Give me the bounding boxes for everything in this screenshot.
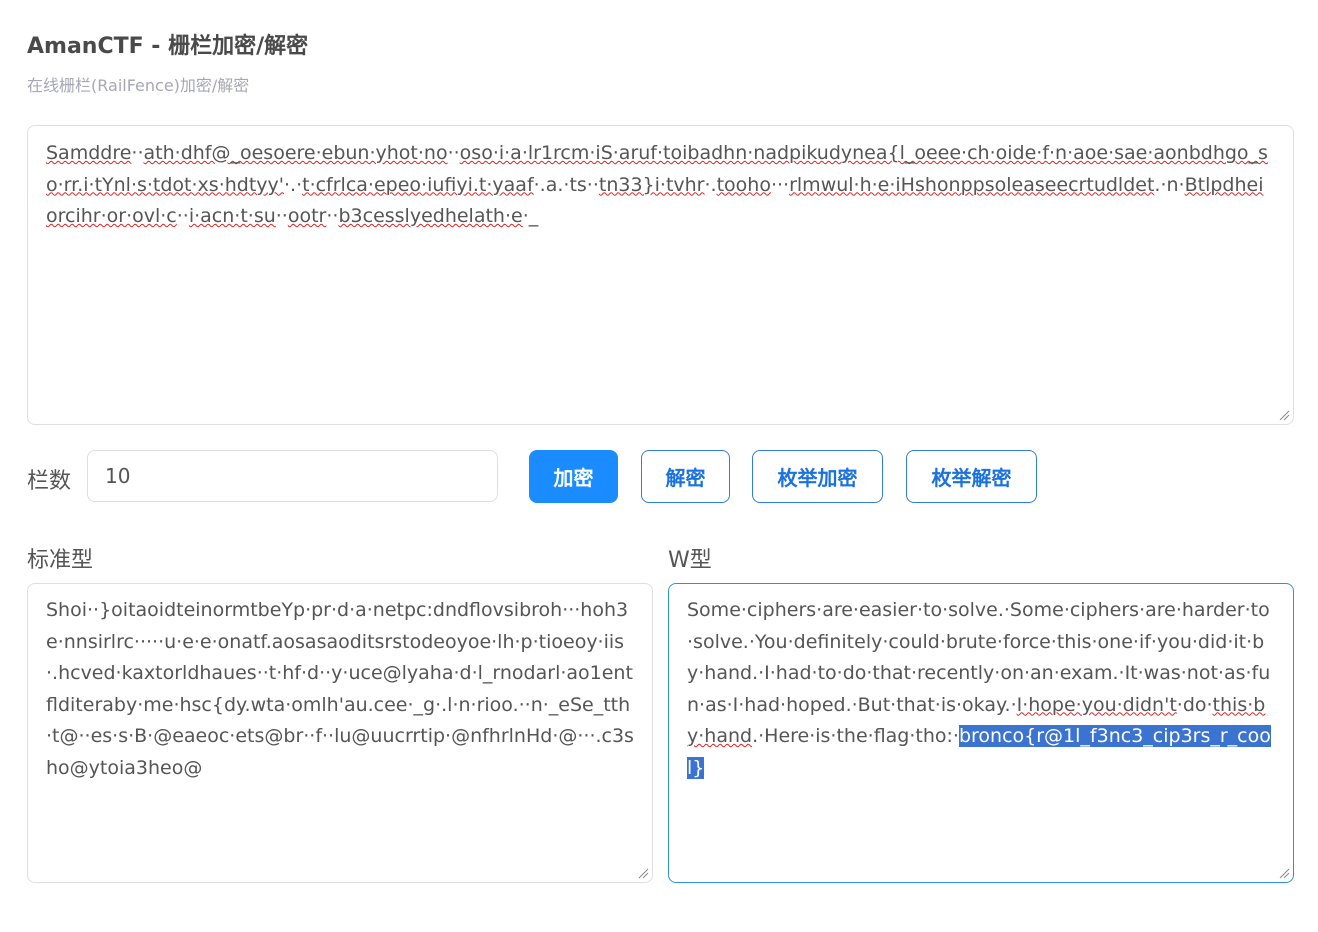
input-text-segment: b3cesslyedhelath·e <box>338 205 523 227</box>
wtype-output[interactable]: Some·ciphers·are·easier·to·solve.·Some·c… <box>668 583 1294 883</box>
input-text-segment: ·.· <box>284 173 303 196</box>
input-text-segment: ·_ <box>522 205 539 227</box>
rails-input[interactable]: 10 <box>87 450 498 502</box>
page-title: AmanCTF - 栅栏加密/解密 <box>27 34 309 59</box>
input-text-segment: tn33}i·tvhr <box>598 173 705 196</box>
decrypt-button[interactable]: 解密 <box>641 450 730 503</box>
resize-grip-icon[interactable] <box>1278 409 1290 421</box>
wtype-text-segment: ·do· <box>1176 693 1213 716</box>
resize-grip-icon[interactable] <box>637 867 649 879</box>
input-text-segment: ·· <box>176 205 189 227</box>
wtype-output-text: Some·ciphers·are·easier·to·solve.·Some·c… <box>687 595 1275 784</box>
enum-decrypt-button[interactable]: 枚举解密 <box>906 450 1037 503</box>
enum-encrypt-button[interactable]: 枚举加密 <box>752 450 883 503</box>
input-text-segment: ·. <box>704 173 717 196</box>
standard-output-text: Shoi··}oitaoidteinormtbeYp·pr·d·a·netpc:… <box>46 599 634 779</box>
input-text-segment: ·· <box>131 142 144 164</box>
rails-label: 栏数 <box>27 469 72 494</box>
standard-output[interactable]: Shoi··}oitaoidteinormtbeYp·pr·d·a·netpc:… <box>27 583 653 883</box>
input-text-segment: ·· <box>326 205 339 227</box>
input-text-segment: i·acn·t·su <box>188 205 276 227</box>
wtype-text-segment: I·hope·you·didn't <box>1016 693 1177 716</box>
ciphertext-input[interactable]: Samddre··ath·dhf@_oesoere·ebun·yhot·no··… <box>27 125 1294 425</box>
wtype-text-segment: .·Here·is·the·flag·tho:· <box>752 725 959 747</box>
page-subtitle: 在线栅栏(RailFence)加密/解密 <box>27 76 250 95</box>
input-text-segment: ·.a.·ts·· <box>533 173 599 196</box>
input-text-segment: rlmwul·h·e·iHshonppsoleaseecrtudldet <box>789 173 1155 196</box>
input-text-segment: ootr <box>287 205 327 227</box>
input-text-segment: ··· <box>770 173 790 196</box>
input-text-segment: Samddre <box>46 142 132 164</box>
input-text-segment: ·· <box>275 205 288 227</box>
wtype-label: W型 <box>668 548 712 573</box>
input-text-segment: t·cfrlca·epeo·iufiyi.t·yaaf <box>302 173 534 196</box>
input-text-segment: ath·dhf@_oesoere·ebun·yhot·no <box>143 142 448 164</box>
encrypt-button[interactable]: 加密 <box>529 450 618 503</box>
resize-grip-icon[interactable] <box>1278 867 1290 879</box>
input-text-segment: tooho <box>716 173 771 196</box>
ciphertext-input-text: Samddre··ath·dhf@_oesoere·ebun·yhot·no··… <box>46 138 1275 233</box>
input-text-segment: ·· <box>447 142 460 164</box>
input-text-segment: .·n· <box>1154 173 1185 196</box>
standard-label: 标准型 <box>27 548 94 573</box>
